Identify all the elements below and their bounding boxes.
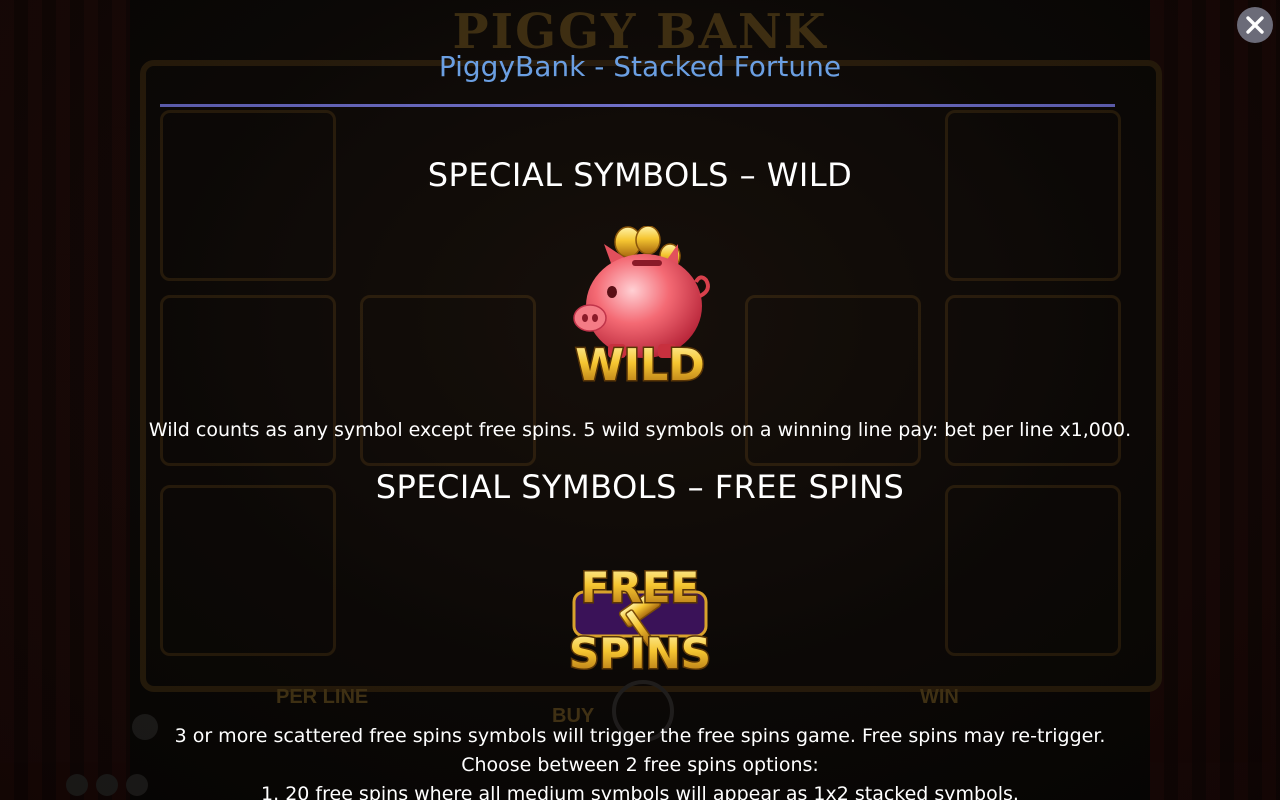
title-divider: [160, 104, 1115, 107]
page-title: PiggyBank - Stacked Fortune: [438, 50, 842, 83]
free-spins-hammer-icon: FREE SPINS: [567, 562, 712, 680]
per-line-label: PER LINE: [276, 686, 369, 708]
free-spins-description-line: 3 or more scattered free spins symbols w…: [174, 725, 1106, 747]
free-label: FREE: [581, 563, 699, 612]
wild-label: WILD: [575, 340, 704, 390]
wild-piggy-bank-icon: WILD: [573, 226, 710, 390]
spins-label: SPINS: [569, 629, 711, 678]
right-curtain: [1150, 0, 1280, 800]
free-spins-description-line: 1. 20 free spins where all medium symbol…: [261, 783, 1019, 800]
wild-section-heading: SPECIAL SYMBOLS – WILD: [427, 156, 853, 194]
close-button[interactable]: [1237, 7, 1273, 43]
free-spins-description-line: Choose between 2 free spins options:: [461, 754, 819, 776]
reel-cell: [945, 110, 1121, 281]
left-curtain: [0, 0, 130, 800]
wild-description: Wild counts as any symbol except free sp…: [148, 419, 1132, 441]
game-info-screen: PIGGY BANK PER LINE WIN BUY PiggyBank - …: [0, 0, 1280, 800]
close-icon: [1246, 16, 1264, 34]
reel-cell: [160, 485, 336, 656]
win-label: WIN: [920, 686, 959, 708]
coin-icon: [635, 226, 661, 255]
dimmed-game-background: PIGGY BANK PER LINE WIN BUY: [0, 0, 1280, 800]
reel-cell: [160, 110, 336, 281]
reel-cell: [945, 485, 1121, 656]
free-spins-section-heading: SPECIAL SYMBOLS – FREE SPINS: [375, 468, 905, 506]
